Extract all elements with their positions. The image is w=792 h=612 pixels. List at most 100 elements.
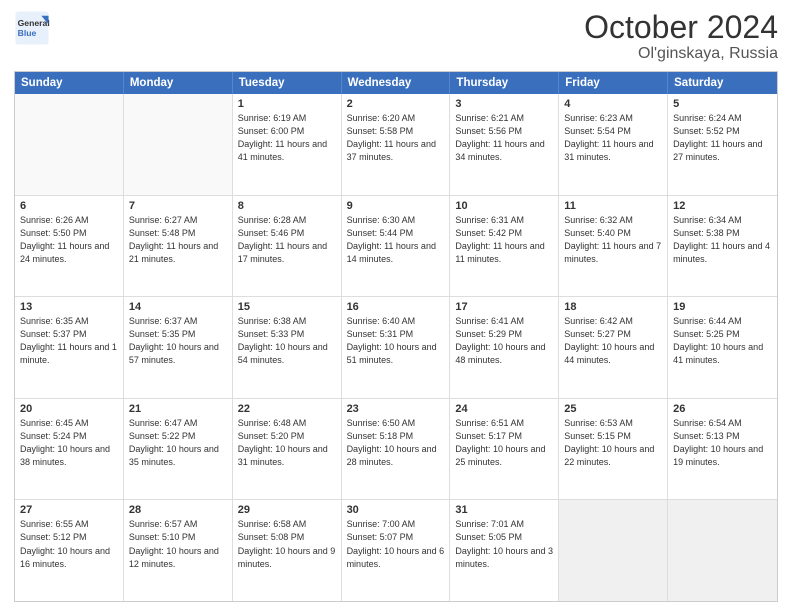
calendar-body: 1 Sunrise: 6:19 AM Sunset: 6:00 PM Daylig… [15, 94, 777, 601]
day-number: 18 [564, 301, 662, 313]
cal-cell-r3-c2: 22Sunrise: 6:48 AM Sunset: 5:20 PM Dayli… [233, 399, 342, 500]
cal-cell-r3-c4: 24 Sunrise: 6:51 AM Sunset: 5:17 PM Dayli… [450, 399, 559, 500]
day-number: 4 [564, 98, 662, 110]
cell-text: Sunrise: 6:51 AM Sunset: 5:17 PM Dayligh… [455, 417, 553, 469]
cell-text: Sunrise: 6:54 AM Sunset: 5:13 PM Dayligh… [673, 417, 772, 469]
cell-text: Sunrise: 6:53 AM Sunset: 5:15 PM Dayligh… [564, 417, 662, 469]
day-number: 28 [129, 504, 227, 516]
calendar-header: Sunday Monday Tuesday Wednesday Thursday… [15, 72, 777, 94]
day-number: 12 [673, 200, 772, 212]
weekday-saturday: Saturday [668, 72, 777, 94]
day-number: 25 [564, 403, 662, 415]
cal-cell-r1-c3: 9 Sunrise: 6:30 AM Sunset: 5:44 PM Daylig… [342, 196, 451, 297]
cell-text: Sunrise: 6:50 AM Sunset: 5:18 PM Dayligh… [347, 417, 445, 469]
page: General Blue October 2024 Ol'ginskaya, R… [0, 0, 792, 612]
day-number: 3 [455, 98, 553, 110]
cal-cell-r0-c4: 3 Sunrise: 6:21 AM Sunset: 5:56 PM Daylig… [450, 94, 559, 195]
calendar-row-1: 6Sunrise: 6:26 AM Sunset: 5:50 PM Daylig… [15, 195, 777, 297]
day-number: 23 [347, 403, 445, 415]
cal-cell-r2-c6: 19Sunrise: 6:44 AM Sunset: 5:25 PM Dayli… [668, 297, 777, 398]
cal-cell-r0-c5: 4 Sunrise: 6:23 AM Sunset: 5:54 PM Daylig… [559, 94, 668, 195]
cal-cell-r2-c4: 17 Sunrise: 6:41 AM Sunset: 5:29 PM Dayli… [450, 297, 559, 398]
cal-cell-r2-c5: 18Sunrise: 6:42 AM Sunset: 5:27 PM Dayli… [559, 297, 668, 398]
weekday-friday: Friday [559, 72, 668, 94]
day-number: 17 [455, 301, 553, 313]
calendar: Sunday Monday Tuesday Wednesday Thursday… [14, 71, 778, 602]
day-number: 10 [455, 200, 553, 212]
cal-cell-r4-c1: 28 Sunrise: 6:57 AM Sunset: 5:10 PM Dayli… [124, 500, 233, 601]
weekday-wednesday: Wednesday [342, 72, 451, 94]
cell-text: Sunrise: 6:28 AM Sunset: 5:46 PM Dayligh… [238, 214, 336, 266]
cal-cell-r0-c6: 5 Sunrise: 6:24 AM Sunset: 5:52 PM Daylig… [668, 94, 777, 195]
cal-cell-r1-c1: 7Sunrise: 6:27 AM Sunset: 5:48 PM Daylig… [124, 196, 233, 297]
cell-text: Sunrise: 6:23 AM Sunset: 5:54 PM Dayligh… [564, 112, 662, 164]
day-number: 14 [129, 301, 227, 313]
cal-cell-r3-c5: 25 Sunrise: 6:53 AM Sunset: 5:15 PM Dayli… [559, 399, 668, 500]
cal-cell-r2-c0: 13 Sunrise: 6:35 AM Sunset: 5:37 PM Dayli… [15, 297, 124, 398]
cal-cell-r0-c2: 1 Sunrise: 6:19 AM Sunset: 6:00 PM Daylig… [233, 94, 342, 195]
cell-text: Sunrise: 6:34 AM Sunset: 5:38 PM Dayligh… [673, 214, 772, 266]
cell-text: Sunrise: 6:21 AM Sunset: 5:56 PM Dayligh… [455, 112, 553, 164]
cell-text: Sunrise: 6:48 AM Sunset: 5:20 PM Dayligh… [238, 417, 336, 469]
header: General Blue October 2024 Ol'ginskaya, R… [14, 10, 778, 63]
day-number: 9 [347, 200, 445, 212]
cal-cell-r1-c4: 10Sunrise: 6:31 AM Sunset: 5:42 PM Dayli… [450, 196, 559, 297]
weekday-thursday: Thursday [450, 72, 559, 94]
cell-text: Sunrise: 6:19 AM Sunset: 6:00 PM Dayligh… [238, 112, 336, 164]
title-month: October 2024 [584, 10, 778, 45]
cal-cell-r1-c6: 12 Sunrise: 6:34 AM Sunset: 5:38 PM Dayli… [668, 196, 777, 297]
day-number: 6 [20, 200, 118, 212]
weekday-monday: Monday [124, 72, 233, 94]
cell-text: Sunrise: 6:38 AM Sunset: 5:33 PM Dayligh… [238, 315, 336, 367]
cal-cell-r3-c6: 26 Sunrise: 6:54 AM Sunset: 5:13 PM Dayli… [668, 399, 777, 500]
logo: General Blue [14, 10, 50, 46]
cell-text: Sunrise: 6:35 AM Sunset: 5:37 PM Dayligh… [20, 315, 118, 367]
day-number: 2 [347, 98, 445, 110]
cal-cell-r0-c0 [15, 94, 124, 195]
day-number: 24 [455, 403, 553, 415]
cell-text: Sunrise: 6:37 AM Sunset: 5:35 PM Dayligh… [129, 315, 227, 367]
cell-text: Sunrise: 6:30 AM Sunset: 5:44 PM Dayligh… [347, 214, 445, 266]
cell-text: Sunrise: 6:57 AM Sunset: 5:10 PM Dayligh… [129, 518, 227, 570]
cal-cell-r3-c3: 23 Sunrise: 6:50 AM Sunset: 5:18 PM Dayli… [342, 399, 451, 500]
cal-cell-r2-c3: 16 Sunrise: 6:40 AM Sunset: 5:31 PM Dayli… [342, 297, 451, 398]
cal-cell-r0-c1 [124, 94, 233, 195]
day-number: 16 [347, 301, 445, 313]
cell-text: Sunrise: 6:45 AM Sunset: 5:24 PM Dayligh… [20, 417, 118, 469]
cal-cell-r4-c4: 31Sunrise: 7:01 AM Sunset: 5:05 PM Dayli… [450, 500, 559, 601]
day-number: 27 [20, 504, 118, 516]
cal-cell-r1-c0: 6Sunrise: 6:26 AM Sunset: 5:50 PM Daylig… [15, 196, 124, 297]
cal-cell-r2-c2: 15 Sunrise: 6:38 AM Sunset: 5:33 PM Dayli… [233, 297, 342, 398]
cal-cell-r0-c3: 2 Sunrise: 6:20 AM Sunset: 5:58 PM Daylig… [342, 94, 451, 195]
calendar-row-0: 1 Sunrise: 6:19 AM Sunset: 6:00 PM Daylig… [15, 94, 777, 195]
cell-text: Sunrise: 6:32 AM Sunset: 5:40 PM Dayligh… [564, 214, 662, 266]
day-number: 15 [238, 301, 336, 313]
calendar-row-4: 27 Sunrise: 6:55 AM Sunset: 5:12 PM Dayli… [15, 499, 777, 601]
day-number: 19 [673, 301, 772, 313]
day-number: 7 [129, 200, 227, 212]
day-number: 21 [129, 403, 227, 415]
day-number: 30 [347, 504, 445, 516]
day-number: 5 [673, 98, 772, 110]
cell-text: Sunrise: 6:40 AM Sunset: 5:31 PM Dayligh… [347, 315, 445, 367]
day-number: 20 [20, 403, 118, 415]
day-number: 13 [20, 301, 118, 313]
cal-cell-r1-c2: 8 Sunrise: 6:28 AM Sunset: 5:46 PM Daylig… [233, 196, 342, 297]
cell-text: Sunrise: 6:24 AM Sunset: 5:52 PM Dayligh… [673, 112, 772, 164]
cell-text: Sunrise: 6:20 AM Sunset: 5:58 PM Dayligh… [347, 112, 445, 164]
cal-cell-r4-c0: 27 Sunrise: 6:55 AM Sunset: 5:12 PM Dayli… [15, 500, 124, 601]
cell-text: Sunrise: 6:55 AM Sunset: 5:12 PM Dayligh… [20, 518, 118, 570]
cell-text: Sunrise: 7:01 AM Sunset: 5:05 PM Dayligh… [455, 518, 553, 570]
day-number: 29 [238, 504, 336, 516]
weekday-sunday: Sunday [15, 72, 124, 94]
day-number: 8 [238, 200, 336, 212]
calendar-row-3: 20 Sunrise: 6:45 AM Sunset: 5:24 PM Dayli… [15, 398, 777, 500]
day-number: 26 [673, 403, 772, 415]
cal-cell-r4-c2: 29Sunrise: 6:58 AM Sunset: 5:08 PM Dayli… [233, 500, 342, 601]
day-number: 11 [564, 200, 662, 212]
cal-cell-r4-c5 [559, 500, 668, 601]
day-number: 1 [238, 98, 336, 110]
cell-text: Sunrise: 6:41 AM Sunset: 5:29 PM Dayligh… [455, 315, 553, 367]
calendar-row-2: 13 Sunrise: 6:35 AM Sunset: 5:37 PM Dayli… [15, 296, 777, 398]
title-block: October 2024 Ol'ginskaya, Russia [584, 10, 778, 63]
